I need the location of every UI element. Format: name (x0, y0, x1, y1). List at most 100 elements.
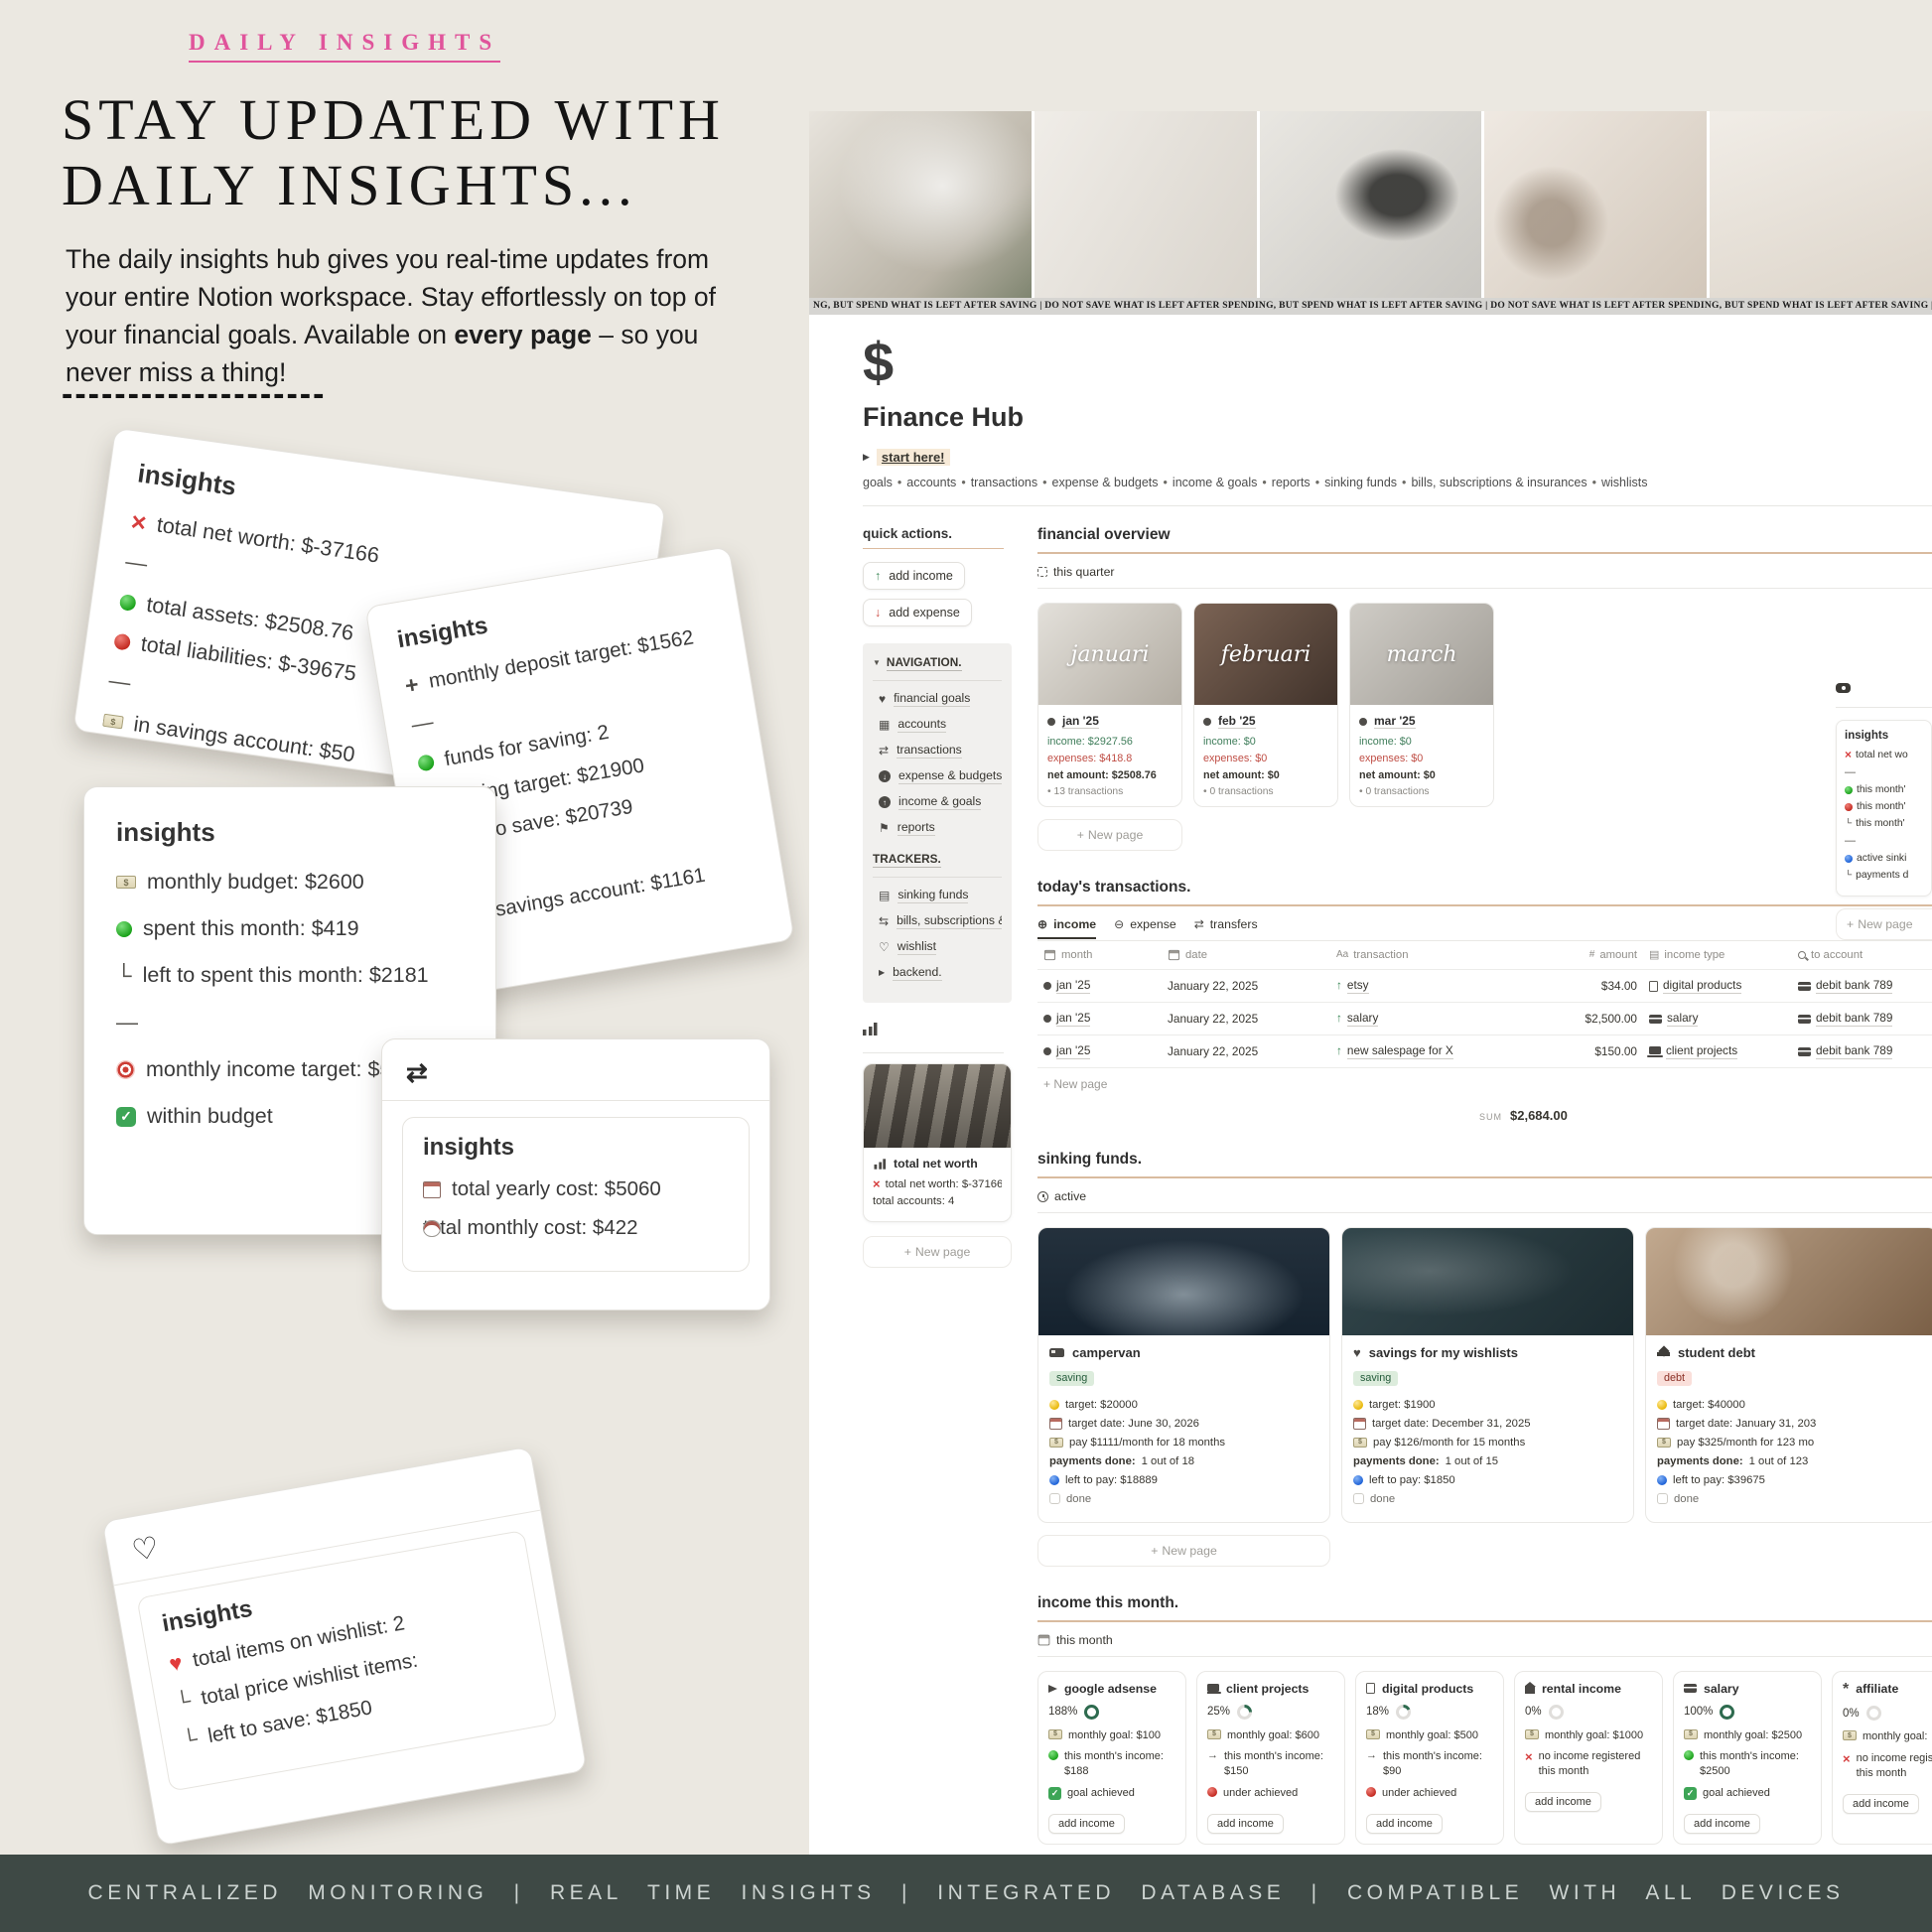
breadcrumb-link[interactable]: accounts (906, 476, 956, 489)
cell-date[interactable]: January 22, 2025 (1162, 1035, 1330, 1068)
fund-card-campervan[interactable]: campervan saving target: $20000 target d… (1037, 1227, 1330, 1523)
fund-done-row[interactable]: done (1353, 1493, 1622, 1505)
rail-text: payments d (1856, 870, 1908, 881)
tab-income[interactable]: income (1037, 917, 1096, 939)
add-income-button[interactable]: add income (1048, 1814, 1125, 1834)
cell-transaction[interactable]: new salespage for X (1330, 1035, 1534, 1068)
rail-insights-card[interactable]: insights total net wo — this month' this… (1836, 720, 1932, 897)
sidebar-item-expense-budgets[interactable]: expense & budgets (879, 768, 1002, 784)
income-source-name: google adsense (1064, 1682, 1157, 1696)
tab-active[interactable]: active (1037, 1189, 1086, 1203)
progress-percent: 188% (1048, 1706, 1077, 1718)
add-expense-button[interactable]: add expense (863, 599, 972, 626)
cell-income-type[interactable]: client projects (1643, 1035, 1792, 1068)
breadcrumb-link[interactable]: sinking funds (1324, 476, 1397, 489)
checkbox-icon[interactable] (1049, 1493, 1060, 1504)
breadcrumb-link[interactable]: bills, subscriptions & insurances (1411, 476, 1587, 489)
column-header-transaction[interactable]: transaction (1330, 941, 1534, 970)
sidebar-item-income-goals[interactable]: income & goals (879, 794, 1002, 810)
sidebar-item-backend[interactable]: backend. (879, 965, 1002, 981)
cell-to-account[interactable]: debit bank 789 (1792, 970, 1932, 1003)
cell-month[interactable]: jan '25 (1037, 1035, 1162, 1068)
column-header-to-account[interactable]: to account (1792, 941, 1932, 970)
tab-this-month[interactable]: this month (1037, 1633, 1113, 1647)
new-page-row[interactable]: + New page (1037, 1068, 1932, 1100)
add-income-button[interactable]: add income (1207, 1814, 1284, 1834)
column-header-income-type[interactable]: income type (1643, 941, 1792, 970)
sidebar-item-bills-subscriptions[interactable]: bills, subscriptions & i... (879, 913, 1002, 929)
tab-this-quarter[interactable]: this quarter (1037, 565, 1115, 579)
income-card-client-projects[interactable]: client projects 25% monthly goal: $600 t… (1196, 1671, 1345, 1845)
fund-title-row: student debt (1657, 1345, 1926, 1360)
column-header-amount[interactable]: amount (1534, 941, 1643, 970)
breadcrumb-link[interactable]: income & goals (1173, 476, 1257, 489)
check-badge-icon (1684, 1787, 1697, 1800)
add-income-button[interactable]: add income (1525, 1792, 1601, 1812)
cell-transaction[interactable]: salary (1330, 1003, 1534, 1035)
add-income-button[interactable]: add income (1843, 1794, 1919, 1814)
sidebar-item-transactions[interactable]: transactions (879, 743, 1002, 759)
add-income-button[interactable]: add income (1684, 1814, 1760, 1834)
fund-done-row[interactable]: done (1657, 1493, 1926, 1505)
cell-to-account[interactable]: debit bank 789 (1792, 1003, 1932, 1035)
checkbox-icon[interactable] (1353, 1493, 1364, 1504)
income-month-heading: income this month. (1037, 1594, 1932, 1622)
breadcrumb-link[interactable]: expense & budgets (1052, 476, 1159, 489)
cell-income-type[interactable]: digital products (1643, 970, 1792, 1003)
cell-month[interactable]: jan '25 (1037, 1003, 1162, 1035)
new-page-button[interactable]: +New page (863, 1236, 1012, 1268)
cell-month[interactable]: jan '25 (1037, 970, 1162, 1003)
fund-done-row[interactable]: done (1049, 1493, 1318, 1505)
red-dot-icon (1207, 1787, 1217, 1797)
breadcrumb-link[interactable]: goals (863, 476, 893, 489)
fund-card-student-debt[interactable]: student debt debt target: $40000 target … (1645, 1227, 1932, 1523)
month-card-february[interactable]: februari feb '25 income: $0 expenses: $0… (1193, 603, 1338, 807)
tab-transfers[interactable]: transfers (1194, 917, 1258, 931)
income-card-rental-income[interactable]: rental income 0% monthly goal: $1000 no … (1514, 1671, 1663, 1845)
cell-income-type[interactable]: salary (1643, 1003, 1792, 1035)
cell-amount[interactable]: $2,500.00 (1534, 1003, 1643, 1035)
new-page-button[interactable]: +New page (1037, 819, 1182, 851)
navigation-toggle[interactable]: NAVIGATION. (873, 655, 1002, 671)
month-card-january[interactable]: januari jan '25 income: $2927.56 expense… (1037, 603, 1182, 807)
add-income-label: add income (1217, 1818, 1274, 1830)
sidebar-item-sinking-funds[interactable]: sinking funds (879, 888, 1002, 903)
yellow-dot-icon (1049, 1400, 1059, 1410)
tab-expense[interactable]: expense (1114, 917, 1176, 931)
done-label: done (1674, 1493, 1699, 1505)
cell-to-account[interactable]: debit bank 789 (1792, 1035, 1932, 1068)
breadcrumb-link[interactable]: reports (1272, 476, 1311, 489)
rail-line: total net wo (1845, 749, 1923, 760)
breadcrumb-link[interactable]: transactions (971, 476, 1037, 489)
fund-line: left to pay: $18889 (1049, 1474, 1318, 1486)
fund-card-wishlist-savings[interactable]: savings for my wishlists saving target: … (1341, 1227, 1634, 1523)
sidebar-item-reports[interactable]: reports (879, 820, 1002, 836)
start-here-toggle[interactable]: start here! (863, 449, 950, 466)
income-card-google-adsense[interactable]: google adsense 188% monthly goal: $100 t… (1037, 1671, 1186, 1845)
checkbox-icon[interactable] (1657, 1493, 1668, 1504)
column-header-month[interactable]: month (1037, 941, 1162, 970)
income-card-digital-products[interactable]: digital products 18% monthly goal: $500 … (1355, 1671, 1504, 1845)
income-card-salary[interactable]: salary 100% monthly goal: $2500 this mon… (1673, 1671, 1822, 1845)
eye-icon[interactable] (1836, 683, 1851, 693)
sidebar-item-wishlist[interactable]: wishlist (879, 939, 1002, 955)
cell-transaction[interactable]: etsy (1330, 970, 1534, 1003)
add-income-button[interactable]: add income (1366, 1814, 1443, 1834)
cell-date[interactable]: January 22, 2025 (1162, 1003, 1330, 1035)
net-worth-card[interactable]: total net worth total net worth: $-37166… (863, 1063, 1012, 1222)
add-income-button[interactable]: add income (863, 562, 965, 590)
sidebar-item-financial-goals[interactable]: financial goals (879, 691, 1002, 707)
insight-line: monthly budget: $2600 (116, 870, 464, 895)
sidebar-item-accounts[interactable]: accounts (879, 717, 1002, 733)
cell-amount[interactable]: $150.00 (1534, 1035, 1643, 1068)
column-header-date[interactable]: date (1162, 941, 1330, 970)
breadcrumb-link[interactable]: wishlists (1601, 476, 1648, 489)
fund-line: target: $1900 (1353, 1399, 1622, 1411)
month-card-march[interactable]: march mar '25 income: $0 expenses: $0 ne… (1349, 603, 1494, 807)
document-icon (1366, 1683, 1375, 1694)
new-page-button[interactable]: +New page (1836, 908, 1932, 940)
income-card-affiliate[interactable]: affiliate 0% monthly goal: no income reg… (1832, 1671, 1932, 1845)
new-page-button[interactable]: +New page (1037, 1535, 1330, 1567)
cell-date[interactable]: January 22, 2025 (1162, 970, 1330, 1003)
cell-amount[interactable]: $34.00 (1534, 970, 1643, 1003)
